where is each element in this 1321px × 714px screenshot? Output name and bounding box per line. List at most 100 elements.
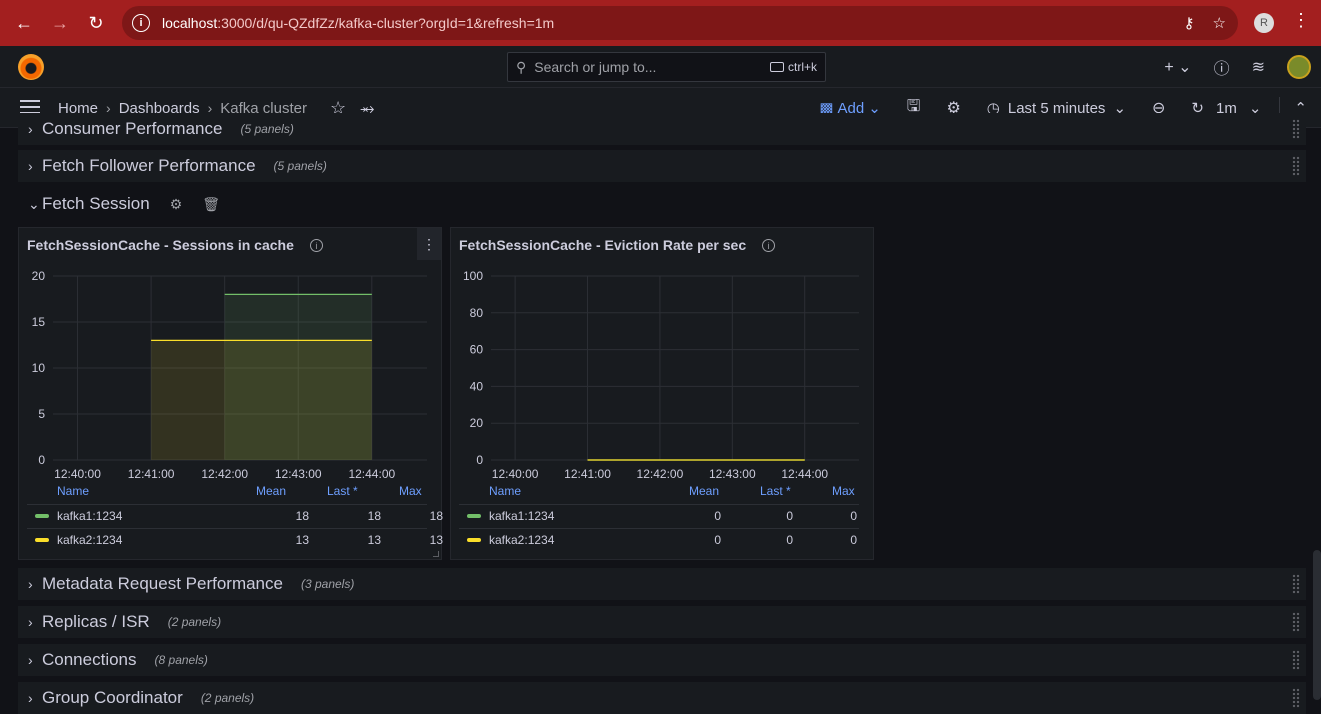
row-fetch-session[interactable]: ⌄ Fetch Session ⚙ 🗑 [18,188,220,220]
drag-handle-icon[interactable] [1292,650,1300,670]
reload-icon[interactable]: ↻ [78,5,114,41]
row-panel-count: (5 panels) [273,159,327,173]
series-area [151,340,372,460]
news-feed-icon[interactable]: ≋ [1252,57,1265,77]
row-title: Metadata Request Performance [42,574,283,593]
chevron-right-icon: › [28,614,33,630]
row-title: Fetch Session [42,194,150,213]
legend-header-last[interactable]: Last * [760,484,791,500]
url-text: localhost:3000/d/qu-QZdfZz/kafka-cluster… [162,15,554,31]
shortcut-text: ctrl+k [787,60,817,74]
y-tick-label: 40 [470,379,484,393]
row-metadata-request-performance[interactable]: › Metadata Request Performance (3 panels… [18,568,1306,600]
row-title: Connections [42,650,137,669]
url-host: localhost [162,15,218,31]
browser-menu-icon[interactable]: ⋮ [1292,10,1310,31]
y-tick-label: 20 [32,269,46,283]
row-panel-count: (2 panels) [200,691,255,705]
legend-last: 0 [786,509,793,523]
timeseries-chart: 0 5 10 15 20 12:40:00 12:41:00 12:42:00 12:43:00… [32,269,427,481]
row-panel-count: (2 panels) [167,615,222,629]
y-tick-label: 100 [463,269,483,283]
row-title: Group Coordinator [42,688,183,707]
chevron-right-icon: › [28,121,33,137]
y-tick-label: 20 [470,416,484,430]
legend-max: 18 [429,509,443,523]
legend-max: 0 [850,533,857,547]
menu-icon[interactable] [20,100,40,114]
legend-name: kafka1:1234 [489,509,555,523]
row-group-coordinator[interactable]: › Group Coordinator (2 panels) [18,682,1306,714]
trash-icon[interactable]: 🗑 [202,196,220,213]
keyboard-icon [769,62,784,72]
chevron-right-icon: › [28,576,33,592]
grafana-logo-icon[interactable] [18,54,44,80]
y-tick-label: 80 [470,306,484,320]
chevron-right-icon: › [28,690,33,706]
profile-avatar[interactable]: R [1254,13,1274,33]
chevron-down-icon: ⌄ [28,195,40,212]
legend-header-max[interactable]: Max [399,484,422,500]
y-tick-label: 15 [32,315,46,329]
legend-row[interactable]: kafka2:1234 13 13 13 [27,528,443,550]
legend-mean: 18 [295,509,309,523]
x-tick-label: 12:41:00 [564,467,611,481]
panel-sessions-in-cache[interactable]: FetchSessionCache - Sessions in cache i ⋮… [18,227,443,560]
row-panel-count: (3 panels) [300,577,355,591]
drag-handle-icon[interactable] [1292,688,1300,708]
legend-row[interactable]: kafka1:1234 0 0 0 [459,504,859,526]
series-swatch [467,514,481,518]
row-title: Fetch Follower Performance [42,156,256,175]
y-tick-label: 60 [470,343,484,357]
legend-row[interactable]: kafka1:1234 18 18 18 [27,504,443,526]
row-title: Consumer Performance [42,119,223,138]
row-fetch-follower-performance[interactable]: › Fetch Follower Performance (5 panels) [18,150,1306,182]
legend-row[interactable]: kafka2:1234 0 0 0 [459,528,859,550]
forward-icon[interactable]: → [42,5,78,41]
back-icon[interactable]: ← [6,5,42,41]
legend-name: kafka2:1234 [57,533,123,547]
y-tick-label: 0 [38,453,45,467]
drag-handle-icon[interactable] [1292,156,1300,176]
row-consumer-performance[interactable]: › Consumer Performance (5 panels) [18,113,1306,145]
drag-handle-icon[interactable] [1292,612,1300,632]
page-scrollbar[interactable] [1313,550,1321,700]
legend-last: 0 [786,533,793,547]
user-avatar[interactable] [1287,55,1311,79]
search-input[interactable]: ⚲ Search or jump to... ctrl+k [507,52,826,82]
legend-header-mean[interactable]: Mean [689,484,719,500]
bookmark-star-icon[interactable]: ☆ [1213,14,1226,32]
panel-eviction-rate[interactable]: FetchSessionCache - Eviction Rate per se… [450,227,874,560]
y-tick-label: 5 [38,407,45,421]
legend-header-mean[interactable]: Mean [256,484,286,500]
chevron-right-icon: › [28,652,33,668]
x-tick-label: 12:44:00 [781,467,828,481]
key-icon[interactable]: ⚷ [1184,14,1195,32]
row-settings-gear-icon[interactable]: ⚙ [170,196,183,213]
drag-handle-icon[interactable] [1292,119,1300,139]
x-tick-label: 12:43:00 [275,467,322,481]
y-tick-label: 10 [32,361,46,375]
x-tick-label: 12:41:00 [128,467,175,481]
legend-header-max[interactable]: Max [832,484,855,500]
row-panel-count: (8 panels) [154,653,208,667]
site-info-icon[interactable]: i [132,14,150,32]
new-menu-button[interactable]: + ⌄ [1164,57,1191,77]
resize-handle-icon[interactable] [433,551,439,557]
search-placeholder: Search or jump to... [534,59,657,75]
legend-max: 13 [429,533,443,547]
row-panel-count: (5 panels) [240,122,294,136]
legend-header-name[interactable]: Name [57,484,89,500]
row-connections[interactable]: › Connections (8 panels) [18,644,1306,676]
grafana-topbar: ⚲ Search or jump to... ctrl+k + ⌄ ⓘ ≋ [0,46,1321,88]
row-replicas-isr[interactable]: › Replicas / ISR (2 panels) [18,606,1306,638]
x-tick-label: 12:42:00 [201,467,248,481]
drag-handle-icon[interactable] [1292,574,1300,594]
x-tick-label: 12:43:00 [709,467,756,481]
legend-mean: 0 [714,509,721,523]
legend-header-name[interactable]: Name [489,484,521,500]
help-icon[interactable]: ⓘ [1214,55,1230,79]
address-bar[interactable]: i localhost:3000/d/qu-QZdfZz/kafka-clust… [122,6,1238,40]
legend-header-last[interactable]: Last * [327,484,358,500]
x-tick-label: 12:40:00 [54,467,101,481]
